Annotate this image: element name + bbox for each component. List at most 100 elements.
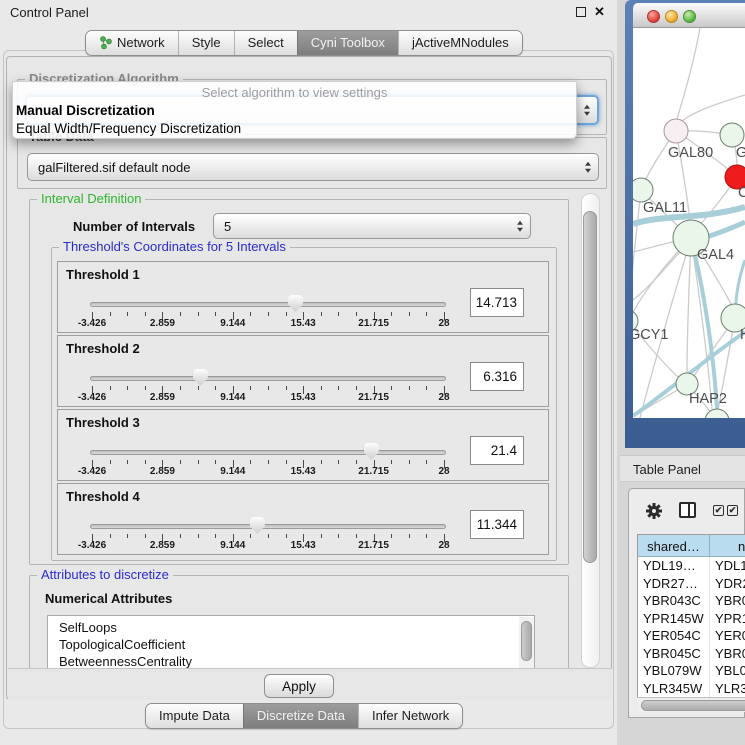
table-row[interactable]: YDR27…YDR2 <box>638 575 745 593</box>
tick-label: -3.426 <box>78 318 106 329</box>
list-item-betweennesscentrality[interactable]: BetweennessCentrality <box>48 653 534 668</box>
tick <box>145 460 146 464</box>
popup-option-manual-discretization[interactable]: Manual Discretization <box>16 103 155 118</box>
threshold-value-field[interactable]: 14.713 <box>470 288 524 317</box>
tick <box>356 534 357 538</box>
number-of-intervals-combobox[interactable]: 5 <box>213 213 531 239</box>
column-header-shared-name[interactable]: shared… <box>638 535 710 557</box>
tick <box>215 312 216 316</box>
threshold-value-field[interactable]: 11.344 <box>470 510 524 539</box>
slider-handle[interactable] <box>288 295 303 312</box>
list-item-topologicalcoefficient[interactable]: TopologicalCoefficient <box>48 636 534 653</box>
bottom-tab-infer-network[interactable]: Infer Network <box>358 704 462 728</box>
column-header-name[interactable]: n… <box>710 535 745 557</box>
table-panel-titlebar[interactable]: Table Panel <box>620 455 745 482</box>
attributes-list-scrollbar-thumb[interactable] <box>521 621 532 661</box>
split-columns-icon[interactable] <box>679 502 696 518</box>
slider-track[interactable] <box>90 524 446 529</box>
threshold-value-field[interactable]: 6.316 <box>470 362 524 391</box>
table-row[interactable]: YPR145WYPR1 <box>638 610 745 628</box>
threshold-label: Threshold 4 <box>66 489 140 504</box>
zoom-traffic-light-icon[interactable] <box>683 10 696 23</box>
tick <box>409 312 410 316</box>
table-row[interactable]: YBR043CYBR0 <box>638 592 745 610</box>
tick <box>338 534 339 538</box>
screen: Control Panel ✕ Network StyleSelectCyni T… <box>0 0 745 745</box>
close-icon[interactable]: ✕ <box>594 4 605 20</box>
network-nodes <box>633 119 745 418</box>
slider-handle[interactable] <box>250 517 265 534</box>
table-horizontal-scrollbar[interactable] <box>637 697 745 712</box>
tab-jactivemnodules[interactable]: jActiveMNodules <box>398 31 522 55</box>
tab-jactivemnodules-label: jActiveMNodules <box>412 35 509 50</box>
tab-style[interactable]: Style <box>178 31 234 55</box>
network-node-g[interactable] <box>720 123 744 147</box>
network-canvas[interactable]: GAL80GCGAL11GAL4GCY1HHAP2 <box>633 28 745 418</box>
slider-handle[interactable] <box>193 369 208 386</box>
float-window-icon[interactable] <box>576 7 586 17</box>
tick <box>180 386 181 390</box>
tick-label: 2.859 <box>150 540 175 551</box>
list-item-selfloops[interactable]: SelfLoops <box>48 616 534 636</box>
settings-scroll-viewport: Interval Definition Number of Intervals … <box>17 193 607 668</box>
tick <box>215 386 216 390</box>
tick-label: 2.859 <box>150 466 175 477</box>
tick-label: 21.715 <box>358 392 389 403</box>
tick <box>321 312 322 316</box>
thresholds-group-title: Threshold's Coordinates for 5 Intervals <box>59 239 290 254</box>
tab-network-label: Network <box>117 35 165 50</box>
popup-option-equal-width-frequency[interactable]: Equal Width/Frequency Discretization <box>16 121 241 136</box>
tick <box>145 534 146 538</box>
tab-network[interactable]: Network <box>86 31 178 55</box>
tick <box>391 386 392 390</box>
tick <box>426 534 427 538</box>
slider-handle[interactable] <box>364 443 379 460</box>
numerical-attributes-list[interactable]: SelfLoopsTopologicalCoefficientBetweenne… <box>47 615 535 668</box>
tick <box>356 386 357 390</box>
slider-track[interactable] <box>90 302 446 307</box>
table-row[interactable]: YDL19…YDL1 <box>638 557 745 575</box>
combo-stepper-icon <box>585 162 591 173</box>
select-all-columns-icon[interactable]: ✔ <box>727 505 738 516</box>
algorithm-dropdown-popup: Select algorithm to view settings Manual… <box>12 81 577 139</box>
minimize-traffic-light-icon[interactable] <box>665 10 678 23</box>
network-view-window: GAL80GCGAL11GAL4GCY1HHAP2 <box>625 0 745 448</box>
tick-label: 2.859 <box>150 318 175 329</box>
network-node-gal80[interactable] <box>664 119 688 143</box>
cell-name: YLR3 <box>710 680 745 698</box>
network-node-gal11[interactable] <box>633 178 653 202</box>
combo-stepper-icon <box>584 105 590 116</box>
tick <box>426 312 427 316</box>
tab-select[interactable]: Select <box>234 31 297 55</box>
table-row[interactable]: YBR045CYBR0 <box>638 645 745 663</box>
tab-cyni-toolbox[interactable]: Cyni Toolbox <box>297 31 398 55</box>
bottom-tab-impute-data[interactable]: Impute Data <box>146 704 243 728</box>
table-row[interactable]: YBL079WYBL0 <box>638 662 745 680</box>
cell-name: YBR0 <box>710 592 745 610</box>
tick-label: 21.715 <box>358 318 389 329</box>
combo-stepper-icon <box>517 221 523 232</box>
tick <box>145 386 146 390</box>
network-window-titlebar[interactable] <box>633 3 745 28</box>
threshold-value-field[interactable]: 21.4 <box>470 436 524 465</box>
tick <box>180 534 181 538</box>
cell-shared-name: YER054C <box>638 627 710 645</box>
gear-icon[interactable] <box>645 502 663 520</box>
tick <box>286 534 287 538</box>
select-columns-icon[interactable]: ✔ <box>713 505 724 516</box>
table-data-combobox[interactable]: galFiltered.sif default node <box>27 153 599 181</box>
close-traffic-light-icon[interactable] <box>647 10 660 23</box>
control-panel-titlebar[interactable]: Control Panel ✕ <box>0 0 617 24</box>
popup-hint-option[interactable]: Select algorithm to view settings <box>13 85 576 100</box>
apply-button[interactable]: Apply <box>264 674 334 698</box>
slider-track[interactable] <box>90 376 446 381</box>
settings-scrollbar-thumb[interactable] <box>583 211 597 563</box>
table-scrollbar-thumb[interactable] <box>641 700 745 711</box>
cell-shared-name: YPR145W <box>638 610 710 628</box>
node-table[interactable]: shared… n… YDL19…YDL1YDR27…YDR2YBR043CYB… <box>637 534 745 702</box>
tick <box>338 460 339 464</box>
slider-track[interactable] <box>90 450 446 455</box>
table-row[interactable]: YLR345WYLR3 <box>638 680 745 698</box>
bottom-tab-discretize-data[interactable]: Discretize Data <box>243 704 358 728</box>
table-row[interactable]: YER054CYER0 <box>638 627 745 645</box>
